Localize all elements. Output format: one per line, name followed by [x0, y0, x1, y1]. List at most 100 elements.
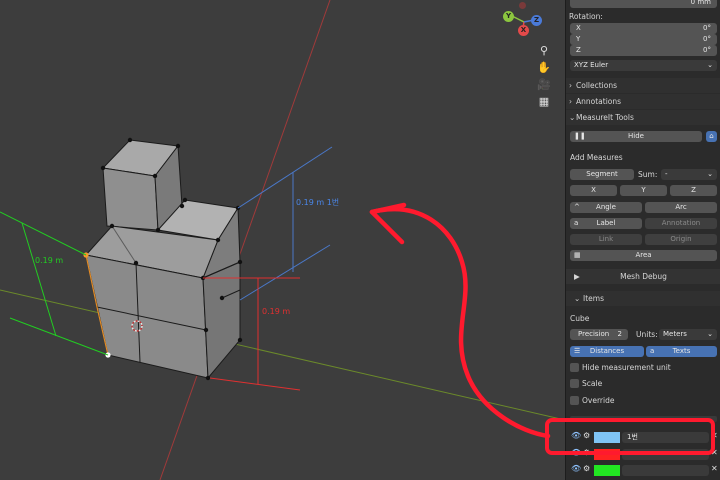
- items-label: Items: [583, 294, 604, 303]
- hide-button[interactable]: ❚❚ Hide: [570, 131, 702, 142]
- measure-text-field[interactable]: [622, 465, 709, 476]
- units-dropdown[interactable]: Meters ⌄: [659, 329, 717, 340]
- angle-label: Angle: [596, 203, 616, 211]
- ghost-icon-button[interactable]: ⌂: [706, 131, 717, 142]
- texts-button[interactable]: a Texts: [646, 346, 717, 357]
- sidebar-panel: Z 0 mm Rotation: X0° Y0° Z0° XYZ Euler⌄ …: [565, 0, 720, 480]
- origin-label: Origin: [670, 235, 692, 243]
- rotation-z-value: 0°: [703, 46, 711, 54]
- label-label: Label: [596, 219, 616, 227]
- mesh-debug-label: Mesh Debug: [620, 272, 667, 281]
- segment-button[interactable]: Segment: [570, 169, 634, 180]
- measure-row[interactable]: 👁 ⚙ ✕: [570, 464, 720, 476]
- navigation-gizmo[interactable]: Y X Z: [500, 2, 542, 36]
- z-measure-button[interactable]: Z: [670, 185, 717, 196]
- hide-unit-checkbox[interactable]: [570, 363, 579, 372]
- rotation-y-label: Y: [576, 35, 581, 43]
- chevron-down-icon: ⌄: [707, 330, 713, 338]
- pause-icon: ❚❚: [574, 132, 586, 140]
- collections-header[interactable]: › Collections: [566, 78, 720, 93]
- items-header[interactable]: ⌄ Items: [566, 291, 720, 306]
- precision-field[interactable]: Precision 2: [570, 329, 628, 340]
- mesh-debug-header[interactable]: ▶ Mesh Debug: [566, 269, 720, 284]
- rotation-z-label: Z: [576, 46, 581, 54]
- zoom-icon[interactable]: ⚲: [536, 44, 552, 58]
- sum-dropdown[interactable]: - ⌄: [661, 169, 717, 180]
- measureit-header[interactable]: ⌄ MeasureIt Tools: [566, 110, 720, 125]
- rotation-mode-value: XYZ Euler: [574, 61, 609, 69]
- link-label: Link: [598, 235, 614, 243]
- rotation-x-value: 0°: [703, 24, 711, 32]
- texts-label: Texts: [672, 347, 691, 355]
- chevron-right-icon: ›: [569, 97, 572, 106]
- measure-color-swatch[interactable]: [594, 465, 620, 476]
- chevron-down-icon: ⌄: [707, 170, 713, 178]
- red-highlight-box: [545, 418, 715, 455]
- z-measure-label: Z: [691, 186, 696, 194]
- x-measure-label: X: [591, 186, 596, 194]
- gizmo-y-ball[interactable]: Y: [503, 11, 514, 22]
- sum-label: Sum:: [638, 170, 658, 179]
- top-z-value: 0 mm: [690, 0, 711, 6]
- precision-value: 2: [617, 330, 622, 338]
- area-button[interactable]: ▦ Area: [570, 250, 717, 261]
- top-z-field[interactable]: 0 mm: [570, 0, 717, 8]
- cube-mesh: [85, 139, 241, 380]
- rotation-z-field[interactable]: Z 0°: [570, 45, 717, 56]
- arc-label: Arc: [675, 203, 687, 211]
- override-label: Override: [582, 396, 615, 405]
- annotations-label: Annotations: [576, 97, 622, 106]
- y-measure-label: Y: [641, 186, 646, 194]
- gear-icon[interactable]: ⚙: [583, 464, 590, 473]
- area-label: Area: [635, 251, 652, 259]
- y-measure-button[interactable]: Y: [620, 185, 667, 196]
- link-button[interactable]: Link: [570, 234, 642, 245]
- segment-label: Segment: [586, 170, 618, 178]
- red-annotation-arrow: [369, 202, 551, 439]
- grid-view-icon[interactable]: ▦: [536, 95, 552, 109]
- rotation-mode-dropdown[interactable]: XYZ Euler ⌄: [570, 60, 717, 71]
- rotation-x-label: X: [576, 24, 581, 32]
- viewport-scene: [0, 0, 565, 480]
- 3d-viewport[interactable]: 0.19 m 1번 0.19 m 0.19 m Y X Z ⚲ ✋ 🎥 ▦: [0, 0, 565, 480]
- origin-button[interactable]: Origin: [645, 234, 717, 245]
- rotation-y-field[interactable]: Y 0°: [570, 34, 717, 45]
- override-checkbox[interactable]: [570, 396, 579, 405]
- annotations-header[interactable]: › Annotations: [566, 94, 720, 109]
- precision-label: Precision: [578, 330, 610, 338]
- annotation-label: Annotation: [661, 219, 701, 227]
- hide-label: Hide: [628, 132, 644, 140]
- units-label: Units:: [636, 330, 658, 339]
- x-measure-button[interactable]: X: [570, 185, 617, 196]
- blue-measure-lines: [237, 146, 333, 301]
- chevron-down-icon: ⌄: [569, 113, 576, 122]
- camera-icon[interactable]: 🎥: [536, 78, 552, 92]
- hide-unit-label: Hide measurement unit: [582, 363, 671, 372]
- sum-value: -: [665, 170, 668, 178]
- add-measures-label: Add Measures: [570, 153, 623, 162]
- scale-checkbox[interactable]: [570, 379, 579, 388]
- gizmo-neg-x-ball[interactable]: [519, 2, 526, 9]
- green-measure-label: 0.19 m: [35, 256, 64, 265]
- eye-icon[interactable]: 👁: [571, 464, 581, 473]
- label-button[interactable]: a Label: [570, 218, 642, 229]
- angle-icon: ^: [574, 203, 580, 211]
- rotation-title: Rotation:: [569, 12, 603, 21]
- blue-measure-label: 0.19 m 1번: [296, 198, 340, 207]
- scale-label: Scale: [582, 379, 603, 388]
- gizmo-x-ball[interactable]: X: [518, 25, 529, 36]
- angle-button[interactable]: ^ Angle: [570, 202, 642, 213]
- gizmo-z-ball[interactable]: Z: [531, 15, 542, 26]
- pan-hand-icon[interactable]: ✋: [536, 61, 552, 75]
- distances-button[interactable]: ☰ Distances: [570, 346, 644, 357]
- close-icon[interactable]: ✕: [711, 464, 718, 473]
- label-text-icon: a: [574, 219, 579, 227]
- object-name: Cube: [570, 314, 590, 323]
- arc-button[interactable]: Arc: [645, 202, 717, 213]
- annotation-button[interactable]: Annotation: [645, 218, 717, 229]
- rotation-x-field[interactable]: X 0°: [570, 23, 717, 34]
- distances-icon: ☰: [574, 347, 581, 355]
- red-measure-label: 0.19 m: [262, 307, 291, 316]
- distances-label: Distances: [589, 347, 625, 355]
- grid-icon: ▦: [574, 251, 581, 259]
